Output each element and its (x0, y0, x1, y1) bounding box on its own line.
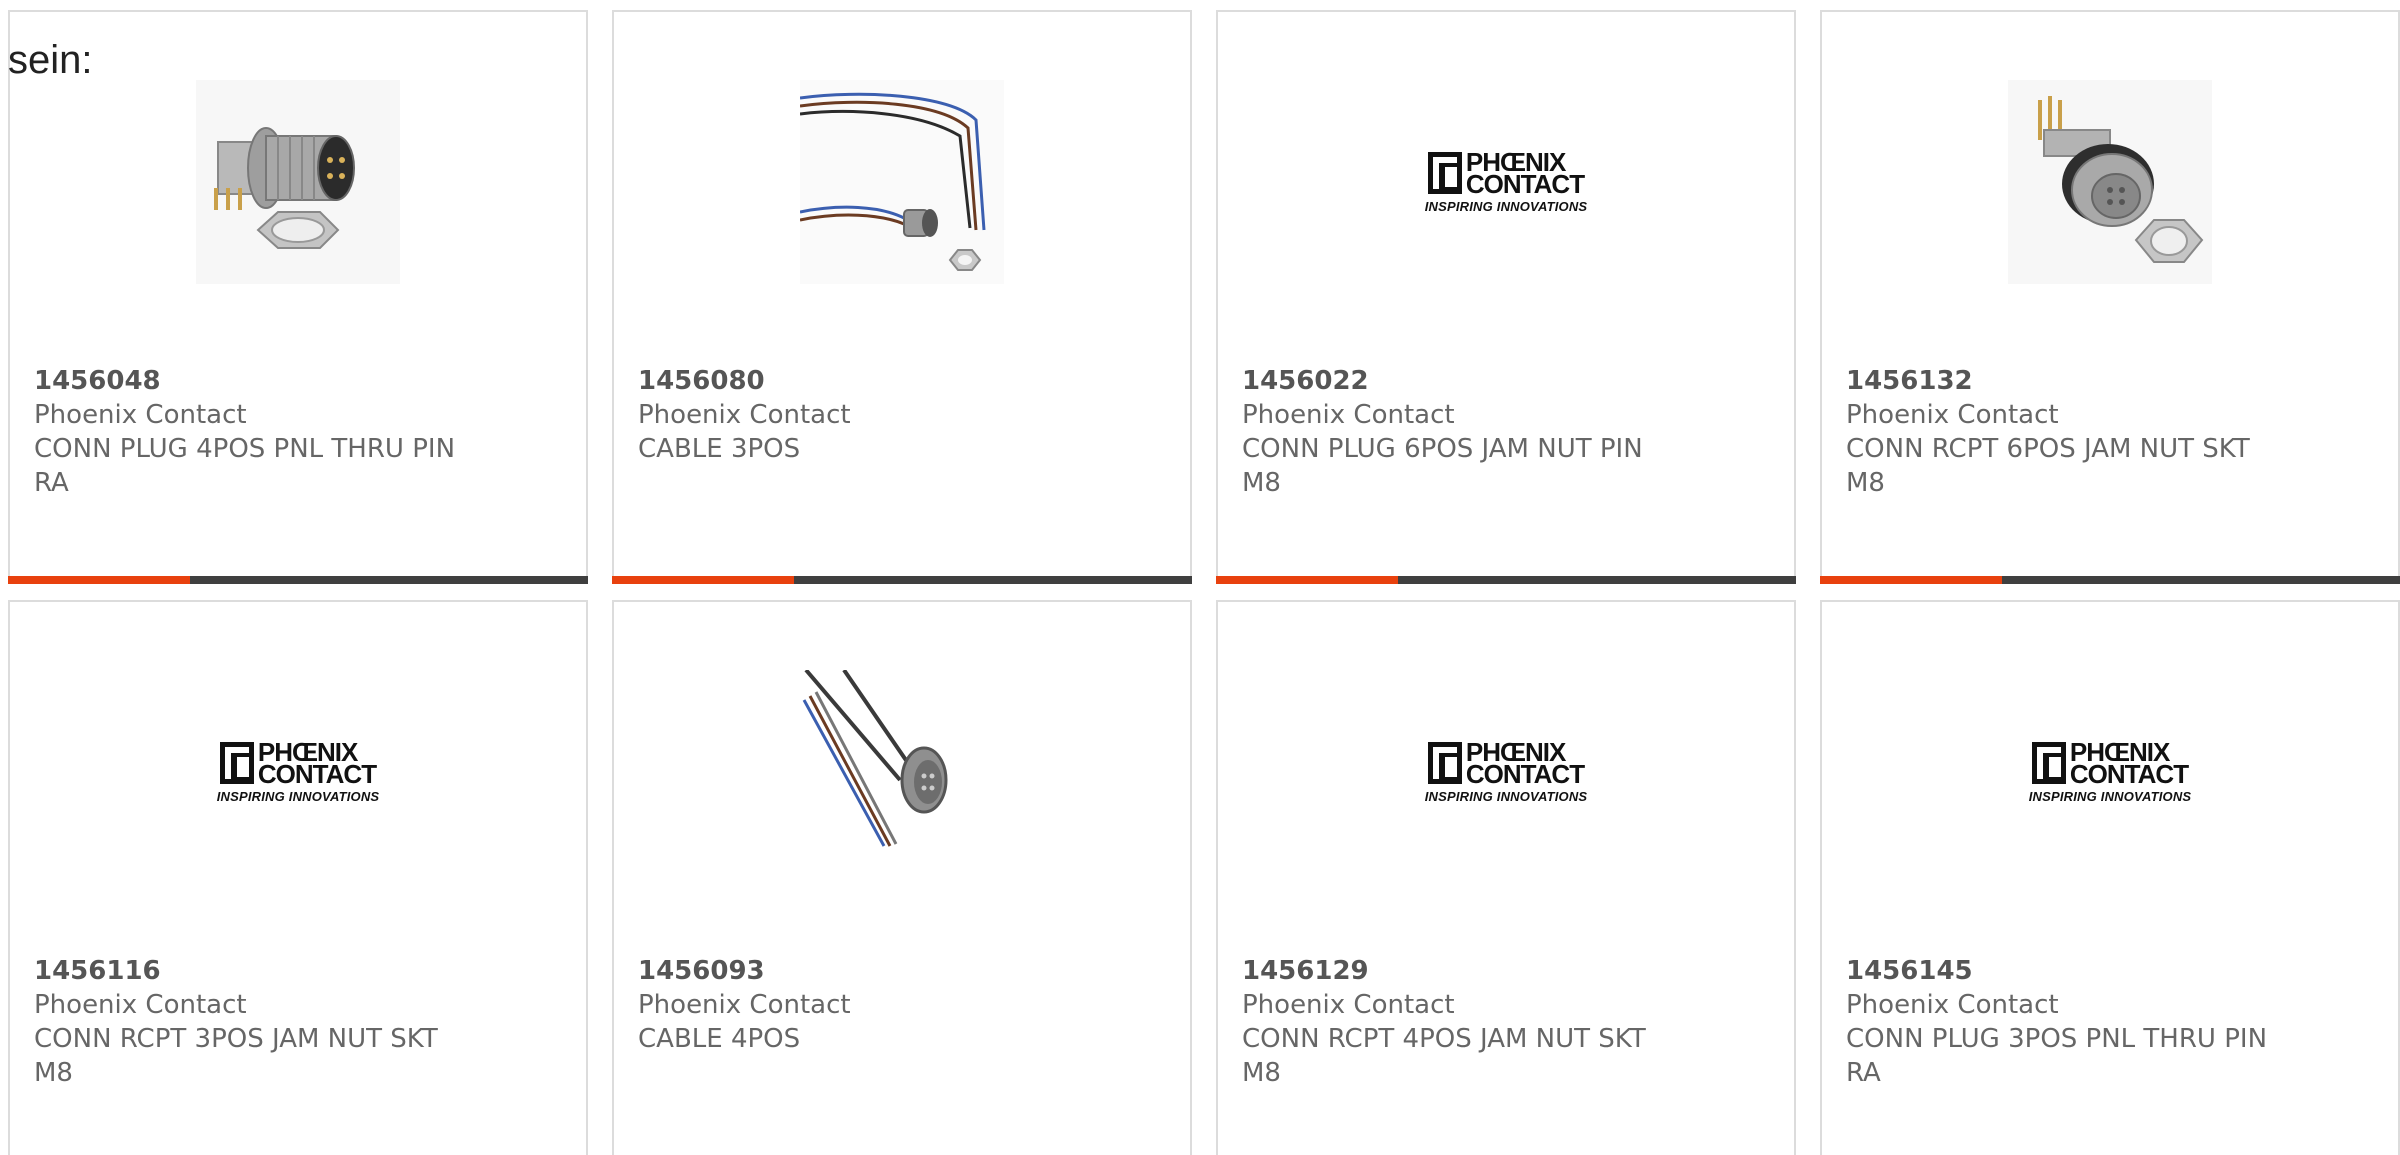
product-image (800, 80, 1004, 284)
part-number[interactable]: 1456145 (1846, 954, 2286, 988)
connector-receptacle-icon (2008, 80, 2212, 284)
part-number[interactable]: 1456048 (34, 364, 474, 398)
product-info: 1456093 Phoenix Contact CABLE 4POS (638, 954, 1078, 1056)
description-line-2: M8 (1242, 1058, 1281, 1088)
phoenix-logo-icon (219, 741, 254, 784)
cable-icon (800, 670, 1004, 874)
product-card[interactable]: 1456048 Phoenix Contact CONN PLUG 4POS P… (8, 10, 588, 584)
description: CONN PLUG 3POS PNL THRU PIN (1846, 1024, 2268, 1054)
card-footer-bar (1216, 576, 1796, 584)
description-line-2: M8 (34, 1058, 73, 1088)
description-line-2: RA (34, 468, 69, 498)
product-image (196, 80, 400, 284)
manufacturer: Phoenix Contact (1242, 990, 1455, 1020)
manufacturer: Phoenix Contact (34, 400, 247, 430)
manufacturer: Phoenix Contact (1242, 400, 1455, 430)
connector-plug-icon (196, 80, 400, 284)
manufacturer: Phoenix Contact (1846, 400, 2059, 430)
manufacturer: Phoenix Contact (638, 990, 851, 1020)
description: CONN PLUG 6POS JAM NUT PIN (1242, 434, 1643, 464)
card-footer-bar (8, 576, 588, 584)
product-grid-page: sein: 1456048 Phoenix Contact CONN PLUG … (0, 0, 2400, 1155)
phoenix-contact-logo: PHŒNIX CONTACT INSPIRING INNOVATIONS (1424, 736, 1588, 804)
part-number[interactable]: 1456116 (34, 954, 474, 988)
part-number[interactable]: 1456093 (638, 954, 1078, 988)
product-image (800, 670, 1004, 874)
phoenix-logo-icon (1427, 151, 1462, 194)
product-card[interactable]: PHŒNIX CONTACT INSPIRING INNOVATIONS 145… (8, 600, 588, 1155)
phoenix-contact-logo: PHŒNIX CONTACT INSPIRING INNOVATIONS (1424, 146, 1588, 214)
product-card[interactable]: PHŒNIX CONTACT INSPIRING INNOVATIONS 145… (1216, 600, 1796, 1155)
description: CONN RCPT 4POS JAM NUT SKT (1242, 1024, 1646, 1054)
description-line-2: M8 (1846, 468, 1885, 498)
part-number[interactable]: 1456129 (1242, 954, 1682, 988)
description: CABLE 3POS (638, 434, 801, 464)
part-number[interactable]: 1456132 (1846, 364, 2286, 398)
phoenix-logo-icon (1427, 741, 1462, 784)
phoenix-logo-icon (2031, 741, 2066, 784)
description: CABLE 4POS (638, 1024, 801, 1054)
product-info: 1456022 Phoenix Contact CONN PLUG 6POS J… (1242, 364, 1682, 500)
card-footer-bar (612, 576, 1192, 584)
product-image: PHŒNIX CONTACT INSPIRING INNOVATIONS (1404, 670, 1608, 874)
intro-text: sein: (8, 38, 93, 82)
product-info: 1456116 Phoenix Contact CONN RCPT 3POS J… (34, 954, 474, 1090)
product-card[interactable]: PHŒNIX CONTACT INSPIRING INNOVATIONS 145… (1820, 600, 2400, 1155)
product-image (2008, 80, 2212, 284)
phoenix-contact-logo: PHŒNIX CONTACT INSPIRING INNOVATIONS (216, 736, 380, 804)
phoenix-contact-logo: PHŒNIX CONTACT INSPIRING INNOVATIONS (2028, 736, 2192, 804)
manufacturer: Phoenix Contact (1846, 990, 2059, 1020)
product-info: 1456145 Phoenix Contact CONN PLUG 3POS P… (1846, 954, 2286, 1090)
part-number[interactable]: 1456022 (1242, 364, 1682, 398)
description: CONN RCPT 3POS JAM NUT SKT (34, 1024, 438, 1054)
card-footer-bar (1820, 576, 2400, 584)
cable-icon (800, 80, 1004, 284)
product-info: 1456048 Phoenix Contact CONN PLUG 4POS P… (34, 364, 474, 500)
product-image: PHŒNIX CONTACT INSPIRING INNOVATIONS (2008, 670, 2212, 874)
product-card[interactable]: 1456132 Phoenix Contact CONN RCPT 6POS J… (1820, 10, 2400, 584)
part-number[interactable]: 1456080 (638, 364, 1078, 398)
description-line-2: RA (1846, 1058, 1881, 1088)
product-card[interactable]: 1456080 Phoenix Contact CABLE 3POS (612, 10, 1192, 584)
description: CONN RCPT 6POS JAM NUT SKT (1846, 434, 2250, 464)
product-card[interactable]: PHŒNIX CONTACT INSPIRING INNOVATIONS 145… (1216, 10, 1796, 584)
product-info: 1456080 Phoenix Contact CABLE 3POS (638, 364, 1078, 466)
description: CONN PLUG 4POS PNL THRU PIN (34, 434, 456, 464)
manufacturer: Phoenix Contact (34, 990, 247, 1020)
product-image: PHŒNIX CONTACT INSPIRING INNOVATIONS (1404, 80, 1608, 284)
product-info: 1456129 Phoenix Contact CONN RCPT 4POS J… (1242, 954, 1682, 1090)
product-card[interactable]: 1456093 Phoenix Contact CABLE 4POS (612, 600, 1192, 1155)
manufacturer: Phoenix Contact (638, 400, 851, 430)
description-line-2: M8 (1242, 468, 1281, 498)
product-image: PHŒNIX CONTACT INSPIRING INNOVATIONS (196, 670, 400, 874)
product-info: 1456132 Phoenix Contact CONN RCPT 6POS J… (1846, 364, 2286, 500)
